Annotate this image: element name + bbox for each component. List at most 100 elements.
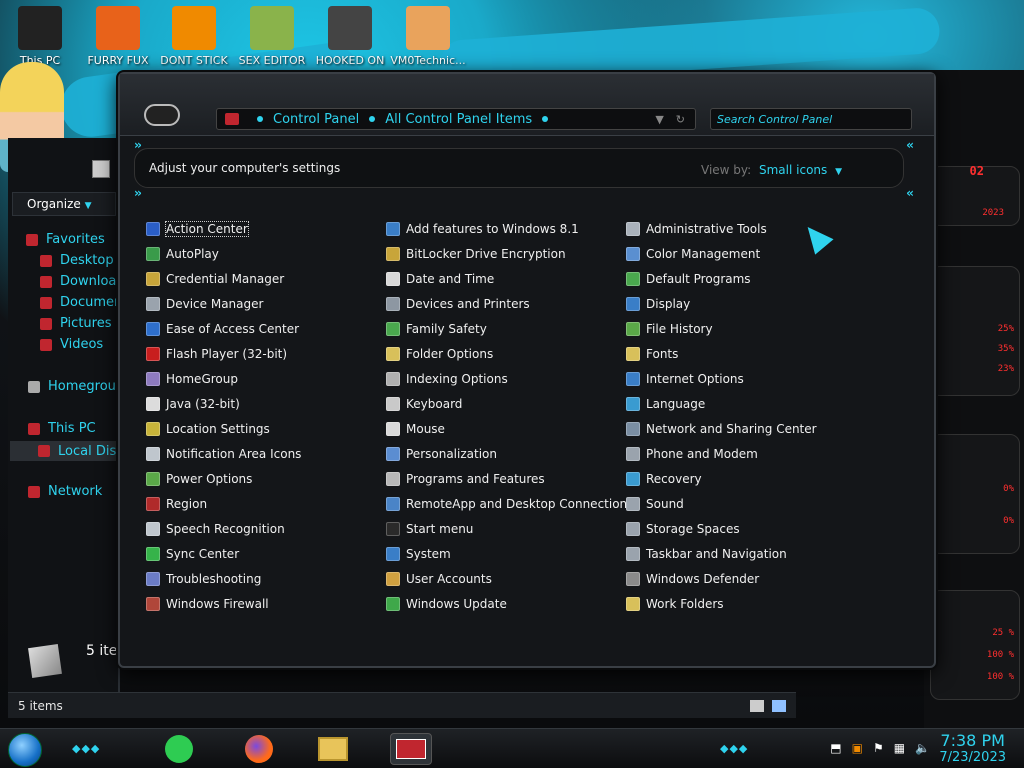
control-panel-item[interactable]: Fonts: [626, 345, 678, 363]
control-panel-item[interactable]: Region: [146, 495, 207, 513]
control-panel-item-label: BitLocker Drive Encryption: [406, 247, 566, 261]
control-panel-item[interactable]: Language: [626, 395, 705, 413]
address-bar[interactable]: Control Panel All Control Panel Items ▼ …: [216, 108, 696, 130]
control-panel-item-label: Folder Options: [406, 347, 494, 361]
control-panel-item[interactable]: Credential Manager: [146, 270, 284, 288]
control-panel-item[interactable]: Devices and Printers: [386, 295, 530, 313]
action-center-flag-icon[interactable]: ⚑: [873, 741, 884, 755]
control-panel-item[interactable]: System: [386, 545, 451, 563]
control-panel-item[interactable]: Troubleshooting: [146, 570, 261, 588]
control-panel-item[interactable]: Date and Time: [386, 270, 494, 288]
control-panel-item-label: Display: [646, 297, 691, 311]
chevron-down-icon[interactable]: ▼: [655, 113, 663, 126]
control-panel-item[interactable]: Network and Sharing Center: [626, 420, 817, 438]
control-panel-item[interactable]: Mouse: [386, 420, 445, 438]
desktop-icon[interactable]: FURRY FUX: [78, 6, 158, 67]
search-input[interactable]: Search Control Panel: [710, 108, 912, 130]
control-panel-item[interactable]: Internet Options: [626, 370, 744, 388]
nav-desktop[interactable]: Desktop: [40, 253, 114, 268]
background-explorer-window[interactable]: Organize ▼ Favorites Desktop Downloac Do…: [8, 138, 124, 718]
control-panel-item[interactable]: Windows Update: [386, 595, 507, 613]
control-panel-item[interactable]: Folder Options: [386, 345, 493, 363]
control-panel-item[interactable]: Phone and Modem: [626, 445, 758, 463]
tray-app-icon[interactable]: ▣: [852, 741, 863, 755]
nav-documents[interactable]: Documen: [40, 295, 122, 310]
breadcrumb-control-panel[interactable]: Control Panel: [273, 112, 359, 127]
accessibility-icon: [146, 322, 160, 336]
control-panel-item[interactable]: Taskbar and Navigation: [626, 545, 787, 563]
control-panel-item[interactable]: Java (32-bit): [146, 395, 240, 413]
nav-downloads[interactable]: Downloac: [40, 274, 124, 289]
control-panel-window[interactable]: Control Panel All Control Panel Items ▼ …: [118, 72, 936, 668]
desktop-icon[interactable]: SEX EDITOR: [232, 6, 312, 67]
control-panel-item[interactable]: Work Folders: [626, 595, 724, 613]
breadcrumb-all-items[interactable]: All Control Panel Items: [385, 112, 532, 127]
control-panel-item[interactable]: Default Programs: [626, 270, 751, 288]
taskbar-app-chat[interactable]: [158, 733, 200, 765]
control-panel-item[interactable]: Indexing Options: [386, 370, 508, 388]
java-icon: [146, 397, 160, 411]
refresh-icon[interactable]: ↻: [676, 113, 685, 126]
desktop-shortcut-icon: [96, 6, 140, 50]
control-panel-item[interactable]: Color Management: [626, 245, 760, 263]
troubleshoot-icon: [146, 572, 160, 586]
desktop-icon[interactable]: This PC: [0, 6, 80, 67]
control-panel-item[interactable]: Speech Recognition: [146, 520, 285, 538]
control-panel-item[interactable]: User Accounts: [386, 570, 492, 588]
control-panel-item[interactable]: Flash Player (32-bit): [146, 345, 287, 363]
control-panel-item[interactable]: Action Center: [146, 220, 249, 238]
control-panel-items: Action Center AutoPlay Credential Manager D…: [140, 220, 900, 640]
control-panel-item[interactable]: Storage Spaces: [626, 520, 740, 538]
taskbar-clock[interactable]: 7:38 PM 7/23/2023: [939, 731, 1006, 765]
control-panel-item[interactable]: Personalization: [386, 445, 497, 463]
taskbar-app-file-explorer[interactable]: [312, 733, 354, 765]
desktop-icon[interactable]: VM0Technic...: [388, 6, 468, 67]
control-panel-item[interactable]: RemoteApp and Desktop Connections: [386, 495, 633, 513]
nav-this-pc[interactable]: This PC: [28, 421, 96, 436]
show-hidden-icons-icon[interactable]: ⬒: [830, 741, 841, 755]
control-panel-item[interactable]: BitLocker Drive Encryption: [386, 245, 566, 263]
control-panel-item[interactable]: AutoPlay: [146, 245, 219, 263]
control-panel-item[interactable]: Notification Area Icons: [146, 445, 301, 463]
nav-videos[interactable]: Videos: [40, 337, 103, 352]
control-panel-item-label: User Accounts: [406, 572, 492, 586]
control-panel-item[interactable]: Ease of Access Center: [146, 320, 299, 338]
control-panel-item[interactable]: Sound: [626, 495, 684, 513]
nav-network[interactable]: Network: [28, 484, 102, 499]
control-panel-item[interactable]: Recovery: [626, 470, 702, 488]
control-panel-item[interactable]: Start menu: [386, 520, 473, 538]
organize-button[interactable]: Organize ▼: [12, 192, 116, 216]
control-panel-item[interactable]: Programs and Features: [386, 470, 545, 488]
control-panel-item[interactable]: Family Safety: [386, 320, 487, 338]
control-panel-item[interactable]: HomeGroup: [146, 370, 238, 388]
control-panel-item[interactable]: Location Settings: [146, 420, 270, 438]
control-panel-item[interactable]: Windows Firewall: [146, 595, 269, 613]
control-panel-item[interactable]: Display: [626, 295, 690, 313]
control-panel-item[interactable]: Power Options: [146, 470, 252, 488]
microphone-icon: [146, 522, 160, 536]
nav-local-disk[interactable]: Local Dis: [10, 441, 118, 461]
large-icons-view-icon[interactable]: [772, 700, 786, 712]
explorer-item-thumbnail[interactable]: [28, 644, 62, 678]
network-status-icon[interactable]: ▦: [894, 741, 905, 755]
desktop-icon[interactable]: DONT STICK: [154, 6, 234, 67]
control-panel-item[interactable]: Keyboard: [386, 395, 462, 413]
control-panel-item[interactable]: Sync Center: [146, 545, 239, 563]
nav-pictures[interactable]: Pictures: [40, 316, 111, 331]
view-by-dropdown[interactable]: Small icons ▼: [759, 163, 842, 177]
control-panel-item[interactable]: Windows Defender: [626, 570, 759, 588]
nav-homegroup[interactable]: Homegroup: [28, 379, 124, 394]
control-panel-item[interactable]: Add features to Windows 8.1: [386, 220, 579, 238]
taskbar-app-firefox[interactable]: [238, 733, 280, 765]
desktop-icon[interactable]: HOOKED ON: [310, 6, 390, 67]
details-view-icon[interactable]: [750, 700, 764, 712]
start-button[interactable]: [8, 733, 42, 767]
control-panel-item[interactable]: Device Manager: [146, 295, 263, 313]
breadcrumb-separator-icon: [369, 116, 376, 122]
control-panel-item[interactable]: File History: [626, 320, 713, 338]
control-panel-item[interactable]: Administrative Tools: [626, 220, 767, 238]
volume-icon[interactable]: 🔈: [915, 741, 930, 755]
nav-favorites[interactable]: Favorites: [26, 232, 105, 247]
window-titlebar[interactable]: Control Panel All Control Panel Items ▼ …: [120, 74, 934, 136]
taskbar-app-control-panel[interactable]: [390, 733, 432, 765]
